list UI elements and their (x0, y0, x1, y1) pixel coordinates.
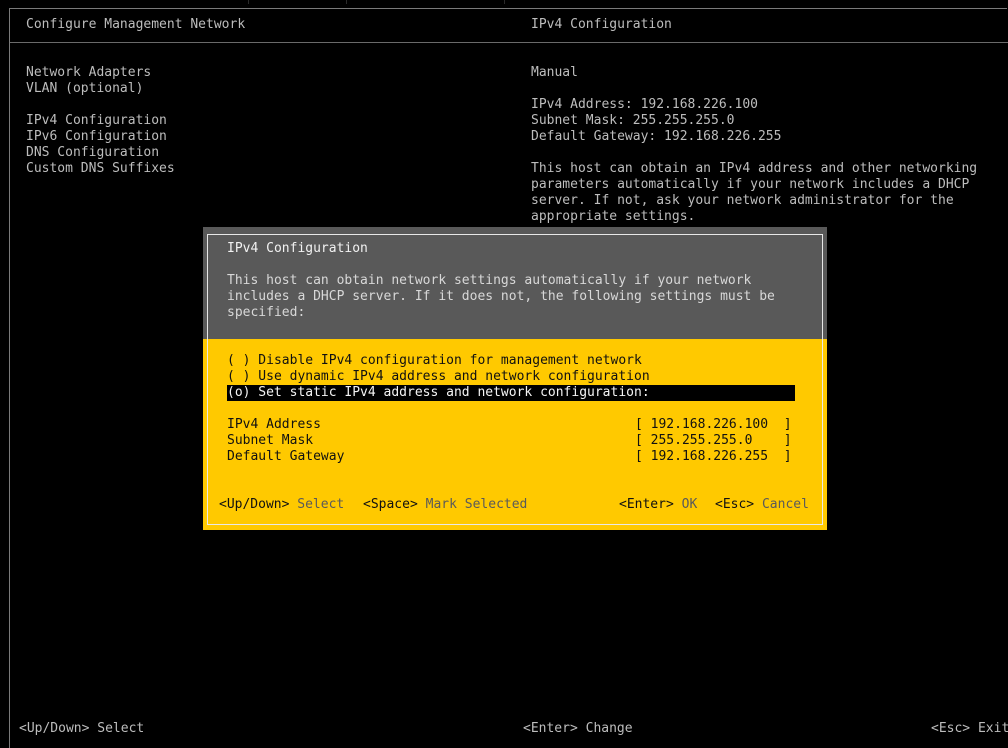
separator (346, 0, 347, 4)
menu-item-custom-dns-suffixes[interactable]: Custom DNS Suffixes (26, 161, 175, 177)
subnet-mask-label: Subnet Mask (227, 433, 314, 448)
info-description-line: server. If not, ask your network adminis… (531, 193, 954, 208)
menu-item-ipv4-configuration[interactable]: IPv4 Configuration (26, 113, 167, 129)
option-static-ipv4[interactable]: (o) Set static IPv4 address and network … (227, 385, 795, 401)
dialog-title: IPv4 Configuration (227, 241, 368, 256)
dialog-description-line: includes a DHCP server. If it does not, … (227, 289, 775, 304)
space-mark-hint[interactable]: <Space> Mark Selected (363, 497, 527, 513)
space-action: Mark Selected (425, 497, 528, 512)
ipv4-address-label: IPv4 Address (227, 417, 321, 432)
option-disable-ipv4[interactable]: ( ) Disable IPv4 configuration for manag… (227, 353, 642, 369)
updown-action: Select (297, 497, 345, 512)
info-description-line: appropriate settings. (531, 209, 696, 224)
menu-item-dns-configuration[interactable]: DNS Configuration (26, 145, 159, 161)
ipv4-address-info: IPv4 Address: 192.168.226.100 (531, 97, 758, 112)
ipv4-configuration-dialog: IPv4 Configuration This host can obtain … (203, 227, 827, 530)
option-dynamic-ipv4[interactable]: ( ) Use dynamic IPv4 address and network… (227, 369, 650, 385)
enter-action: OK (681, 497, 698, 512)
left-pane-title: Configure Management Network (26, 17, 246, 32)
right-pane-title: IPv4 Configuration (531, 17, 672, 32)
menu-item-ipv6-configuration[interactable]: IPv6 Configuration (26, 129, 167, 145)
updown-key: <Up/Down> (219, 497, 290, 512)
separator (248, 0, 249, 4)
esc-action: Cancel (761, 497, 809, 512)
subnet-mask-field[interactable]: [ 255.255.255.0 ] (635, 433, 792, 449)
updown-select-hint[interactable]: <Up/Down> Select (219, 497, 344, 513)
top-strip (0, 0, 1008, 4)
info-description-line: parameters automatically if your network… (531, 177, 970, 192)
menu-item-vlan[interactable]: VLAN (optional) (26, 81, 143, 97)
ok-button[interactable]: <Enter> OK (619, 497, 697, 513)
menu-item-network-adapters[interactable]: Network Adapters (26, 65, 151, 81)
bottom-exit-hint: <Esc> Exit (931, 721, 1008, 736)
dialog-description-line: This host can obtain network settings au… (227, 273, 752, 288)
subnet-mask-info: Subnet Mask: 255.255.255.0 (531, 113, 735, 128)
default-gateway-label: Default Gateway (227, 449, 345, 464)
enter-key: <Enter> (619, 497, 674, 512)
default-gateway-info: Default Gateway: 192.168.226.255 (531, 129, 782, 144)
space-key: <Space> (363, 497, 418, 512)
bottom-select-hint: <Up/Down> Select (19, 721, 145, 736)
ipv4-address-field[interactable]: [ 192.168.226.100 ] (635, 417, 792, 433)
info-description-line: This host can obtain an IPv4 address and… (531, 161, 978, 176)
esc-key: <Esc> (715, 497, 755, 512)
header-divider (10, 42, 1008, 43)
ipv4-mode: Manual (531, 65, 578, 80)
default-gateway-field[interactable]: [ 192.168.226.255 ] (635, 449, 792, 465)
cancel-button[interactable]: <Esc> Cancel (715, 497, 809, 513)
bottom-change-hint: <Enter> Change (523, 721, 633, 736)
separator (504, 0, 505, 4)
dialog-description-line: specified: (227, 305, 306, 320)
